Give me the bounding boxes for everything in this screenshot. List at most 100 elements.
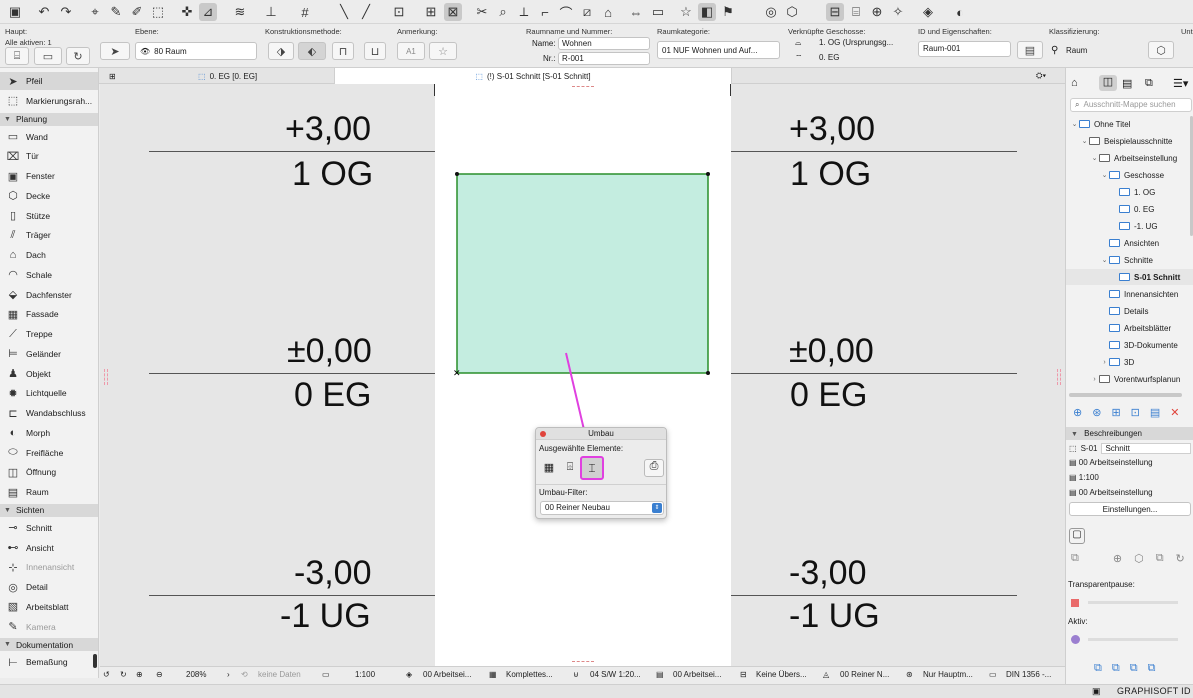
home-icon[interactable]: ⌂ [599,3,617,21]
tree-item[interactable]: S-01 Schnitt [1066,269,1193,285]
tool-camera[interactable]: ✎ Kamera [0,618,98,636]
pick-up-icon[interactable]: ⌖ [86,3,104,21]
active-color-icon[interactable] [1071,635,1080,644]
view-map-search[interactable]: ⌕ Ausschnitt-Mappe suchen [1070,98,1192,112]
redo-zoom-icon[interactable]: ↻ [120,670,127,679]
zoom-value[interactable]: 208% [186,670,206,679]
zone-node[interactable] [706,172,710,176]
properties-icon[interactable]: ▤ [1017,41,1043,59]
flag-icon[interactable]: ⚑ [719,3,737,21]
settings-icon[interactable]: ▤ [1150,406,1160,419]
inject-icon[interactable]: ✐ [128,3,146,21]
shape-icon[interactable]: ⬡ [1134,552,1144,565]
geometry-method-3-icon[interactable]: ⊓ [332,42,354,60]
zone-section[interactable] [456,173,709,374]
disclosure-chevron-icon[interactable]: ⌄ [1080,137,1089,145]
geometry-method-1-icon[interactable]: ⬗ [268,42,294,60]
new-view-icon[interactable]: ⊕ [1073,406,1082,419]
tool-wallend[interactable]: ⊏ Wandabschluss [0,404,98,422]
zoom-out-icon[interactable]: ⊖ [156,670,163,679]
tree-item[interactable]: › 3D [1066,354,1193,370]
disclosure-chevron-icon[interactable]: ⌄ [1100,171,1109,179]
tool-shell[interactable]: ◠ Schale [0,266,98,284]
undo-zoom-icon[interactable]: ↺ [103,670,110,679]
snap-point-icon[interactable]: ✜ [178,3,196,21]
tree-item[interactable]: 3D-Dokumente [1066,337,1193,353]
tree-item[interactable]: ⌄ Beispielausschnitte [1066,133,1193,149]
snap-guides-icon[interactable]: ≋ [231,3,249,21]
star-icon[interactable]: ☆ [677,3,695,21]
tool-window[interactable]: ▣ Fenster [0,167,98,185]
brand-icon[interactable]: ◐ [951,3,969,21]
tree-item[interactable]: Details [1066,303,1193,319]
compare-icon[interactable]: ⊕ [868,3,886,21]
grid-display-icon[interactable]: ⊞ [422,3,440,21]
tool-marquee[interactable]: ⬚ Markierungsrah... [0,92,98,110]
clone-icon[interactable]: ⊛ [1092,406,1101,419]
tree-item[interactable]: 1. OG [1066,184,1193,200]
tool-slab[interactable]: ⬡ Decke [0,187,98,205]
tool-dimension[interactable]: ⊢ Bemaßung [0,653,98,671]
save-icon[interactable]: ▣ [6,3,24,21]
layers-icon[interactable]: ◧ [698,3,716,21]
tool-column[interactable]: ▯ Stütze [0,207,98,225]
view-options-icon[interactable]: ⛭▾ [1030,68,1052,84]
publisher-icon[interactable]: ⧉ [1145,77,1153,90]
tool-interior-elevation[interactable]: ⊹ Innenansicht [0,558,98,576]
zone-node-cross[interactable]: ✕ [453,368,461,378]
toolbox-section-header[interactable]: ▼ Dokumentation [0,638,98,652]
toolbox-section-header[interactable]: ▼ Sichten [0,503,98,517]
tool-level[interactable]: ⊥Höhenkoten [0,673,98,679]
tool-door[interactable]: ⌧ Tür [0,147,98,165]
marquee-type-icon[interactable]: ▭ [34,47,62,65]
geometry-method-4-icon[interactable]: ⊔ [364,42,386,60]
add-icon[interactable]: ⊕ [1113,552,1122,565]
adjust-icon[interactable]: ⟂ [515,3,533,21]
zoom-arrow-icon[interactable]: › [227,670,230,679]
window-toggle-icon[interactable]: ▣ [1092,686,1101,697]
undo-icon[interactable]: ↶ [35,3,53,21]
line-tool-icon[interactable]: ╲ [335,3,353,21]
override-value[interactable]: Keine Übers... [756,670,807,679]
tool-roof[interactable]: ⌂ Dach [0,246,98,264]
scale-value[interactable]: 1:100 [355,670,375,679]
pointer-icon[interactable]: ➤ [100,42,130,60]
renovation-filter-value[interactable]: 00 Reiner N... [840,670,889,679]
menu-icon[interactable]: ☰▾ [1173,77,1188,90]
tree-item[interactable]: ⌄ Arbeitseinstellung [1066,150,1193,166]
disclosure-chevron-icon[interactable]: ⌄ [1090,154,1099,162]
tree-item[interactable]: Innenansichten [1066,286,1193,302]
tree-item[interactable]: ⌄ Schnitte [1066,252,1193,268]
tool-skylight[interactable]: ⬙ Dachfenster [0,286,98,304]
classification-value[interactable]: Raum [1066,46,1087,55]
tool-wall[interactable]: ▭ Wand [0,128,98,146]
brand-text[interactable]: GRAPHISOFT ID [1117,686,1191,696]
tree-item[interactable]: Ansichten [1066,235,1193,251]
disclosure-chevron-icon[interactable]: › [1090,376,1099,383]
delete-icon[interactable]: ✕ [1170,406,1179,419]
view-name-input[interactable]: Schnitt [1101,443,1191,454]
tool-railing[interactable]: ⊨ Geländer [0,345,98,363]
zone-node[interactable] [706,371,710,375]
trace-move-icon[interactable]: ⧉ [1148,662,1156,675]
tab-plan[interactable]: ⬚ 0. EG [0. EG] [192,68,263,84]
refresh-icon[interactable]: ↻ [1176,552,1185,565]
tree-item[interactable]: › Vorentwurfsplanun [1066,371,1193,387]
layer-field[interactable]: 👁 80 Raum [135,42,257,60]
fillet-icon[interactable]: ⌒ [557,3,575,21]
settings-button[interactable]: Einstellungen... [1069,502,1191,516]
trace-color-icon[interactable] [1071,599,1079,607]
measure-icon[interactable]: ▭ [649,3,667,21]
rotate-icon[interactable]: ↻ [66,47,90,65]
zone-stamp-icon[interactable]: ⬡ [783,3,801,21]
building-icon[interactable]: ⌸ [847,3,865,21]
tool-opening2[interactable]: ◫ Öffnung [0,463,98,481]
zoom-in-icon[interactable]: ⊕ [136,670,143,679]
tool-section[interactable]: ⊸ Schnitt [0,519,98,537]
tool-lamp[interactable]: ✹ Lichtquelle [0,384,98,402]
demolish-status-icon[interactable]: ⌹ [563,461,577,475]
tree-item[interactable]: ⌄ Ohne Titel [1066,116,1193,132]
classification-tree-icon[interactable]: ⬡ [1148,41,1174,59]
bottom-story-value[interactable]: 0. EG [819,53,839,62]
section-view-icon[interactable]: ⊟ [826,3,844,21]
